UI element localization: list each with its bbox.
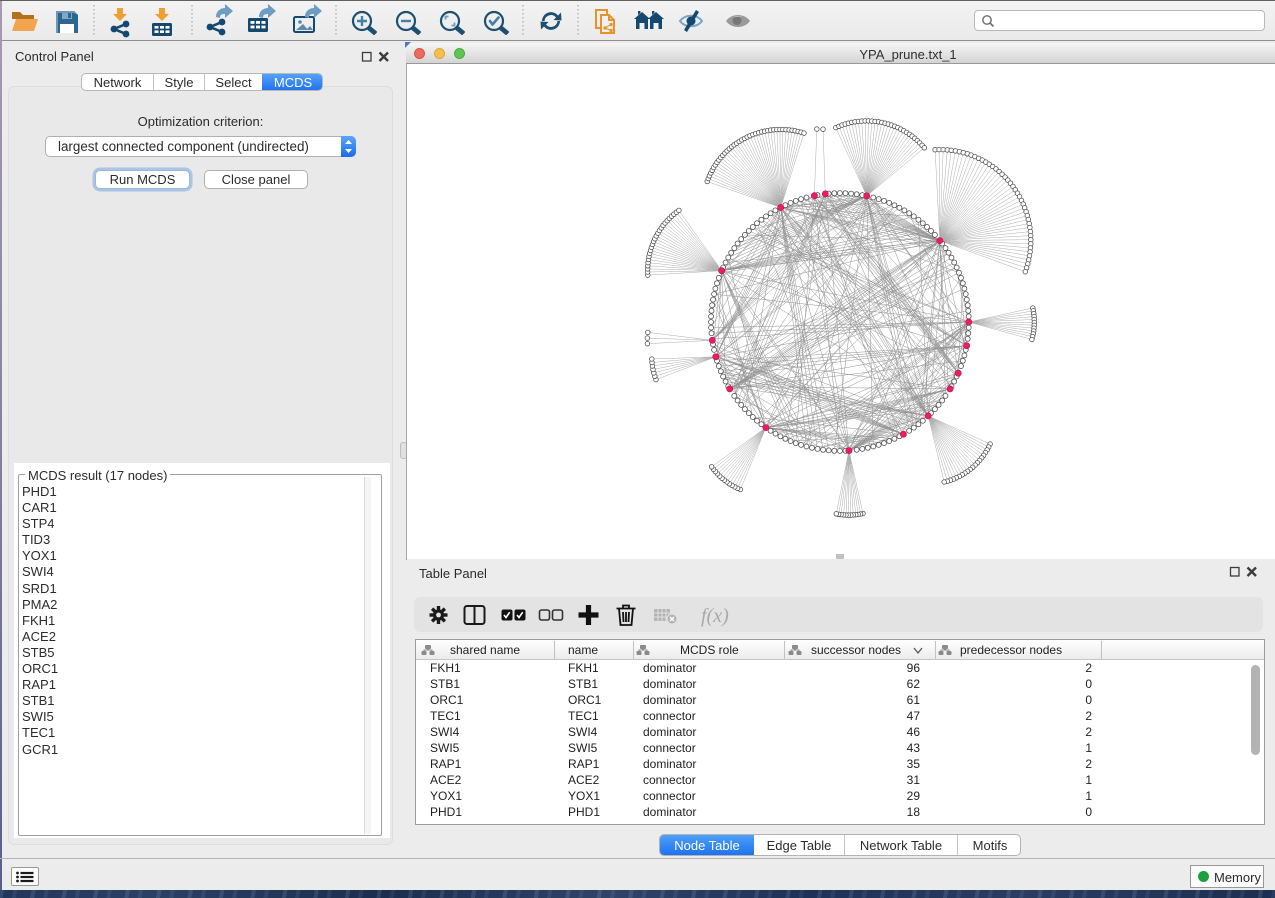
- svg-text:ORC1: ORC1: [430, 693, 464, 707]
- svg-text:62: 62: [907, 677, 921, 691]
- svg-text:2: 2: [1085, 757, 1092, 771]
- svg-text:0: 0: [1085, 805, 1092, 819]
- svg-text:2: 2: [1085, 725, 1092, 739]
- svg-text:ACE2: ACE2: [568, 773, 600, 787]
- svg-text:FKH1: FKH1: [568, 661, 599, 675]
- svg-text:dominator: dominator: [643, 725, 696, 739]
- svg-text:SWI5: SWI5: [430, 741, 460, 755]
- svg-text:RAP1: RAP1: [430, 757, 462, 771]
- svg-text:46: 46: [907, 725, 921, 739]
- svg-text:predecessor nodes: predecessor nodes: [960, 643, 1062, 657]
- svg-text:shared name: shared name: [450, 643, 520, 657]
- svg-text:TEC1: TEC1: [568, 709, 599, 723]
- svg-text:connector: connector: [643, 773, 696, 787]
- svg-text:43: 43: [907, 741, 921, 755]
- svg-text:31: 31: [907, 773, 921, 787]
- svg-text:2: 2: [1085, 661, 1092, 675]
- svg-text:connector: connector: [643, 709, 696, 723]
- svg-text:f(x): f(x): [701, 605, 729, 627]
- svg-text:SWI5: SWI5: [568, 741, 598, 755]
- svg-text:dominator: dominator: [643, 693, 696, 707]
- svg-text:SWI4: SWI4: [430, 725, 460, 739]
- svg-text:dominator: dominator: [643, 805, 696, 819]
- svg-text:PHD1: PHD1: [430, 805, 462, 819]
- svg-text:0: 0: [1085, 677, 1092, 691]
- svg-text:0: 0: [1085, 693, 1092, 707]
- svg-text:connector: connector: [643, 741, 696, 755]
- svg-text:1: 1: [1085, 773, 1092, 787]
- svg-text:STB1: STB1: [568, 677, 598, 691]
- svg-text:name: name: [568, 643, 598, 657]
- svg-text:29: 29: [907, 789, 921, 803]
- svg-text:YOX1: YOX1: [568, 789, 600, 803]
- svg-text:ORC1: ORC1: [568, 693, 602, 707]
- svg-text:successor nodes: successor nodes: [811, 643, 901, 657]
- svg-text:1: 1: [1085, 741, 1092, 755]
- svg-text:96: 96: [907, 661, 921, 675]
- svg-text:SWI4: SWI4: [568, 725, 598, 739]
- svg-text:STB1: STB1: [430, 677, 460, 691]
- svg-text:PHD1: PHD1: [568, 805, 600, 819]
- svg-text:dominator: dominator: [643, 757, 696, 771]
- svg-text:18: 18: [907, 805, 921, 819]
- svg-text:2: 2: [1085, 709, 1092, 723]
- svg-text:YOX1: YOX1: [430, 789, 462, 803]
- svg-text:dominator: dominator: [643, 677, 696, 691]
- svg-text:1: 1: [1085, 789, 1092, 803]
- svg-text:TEC1: TEC1: [430, 709, 461, 723]
- svg-text:connector: connector: [643, 789, 696, 803]
- svg-text:35: 35: [907, 757, 921, 771]
- svg-text:61: 61: [907, 693, 921, 707]
- svg-text:RAP1: RAP1: [568, 757, 600, 771]
- svg-text:FKH1: FKH1: [430, 661, 461, 675]
- svg-text:MCDS role: MCDS role: [680, 643, 739, 657]
- svg-text:47: 47: [907, 709, 921, 723]
- svg-text:ACE2: ACE2: [430, 773, 462, 787]
- svg-text:dominator: dominator: [643, 661, 696, 675]
